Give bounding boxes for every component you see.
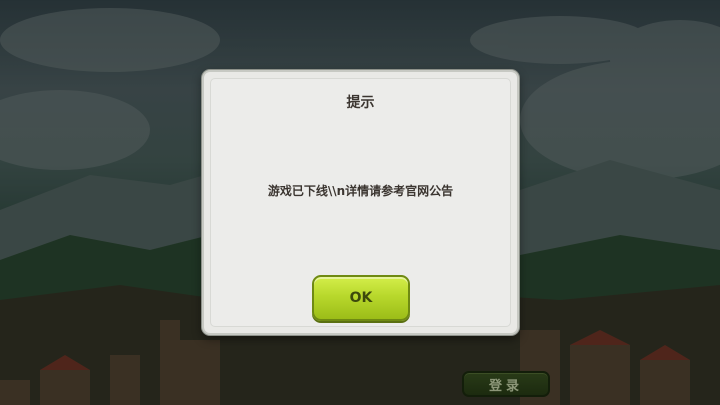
game-screen: 登录 提示 游戏已下线\\n详情请参考官网公告 OK xyxy=(0,0,720,405)
ok-button[interactable]: OK xyxy=(312,275,410,321)
dialog-title: 提示 xyxy=(346,95,375,111)
notice-dialog: 提示 游戏已下线\\n详情请参考官网公告 OK xyxy=(202,70,519,335)
dialog-message: 游戏已下线\\n详情请参考官网公告 xyxy=(267,184,454,198)
